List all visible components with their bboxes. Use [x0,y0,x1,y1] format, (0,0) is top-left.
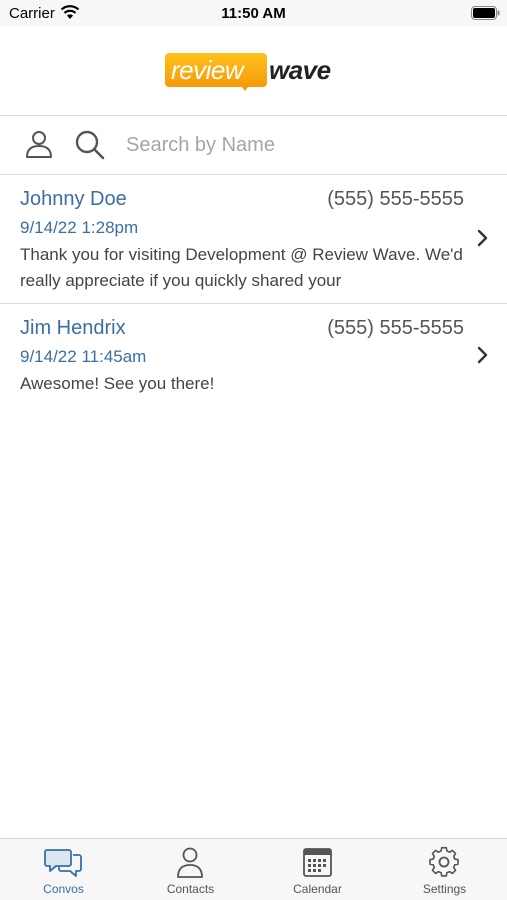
message-date: 9/14/22 11:45am [20,347,147,366]
status-time: 11:50 AM [221,5,286,22]
tab-label: Settings [422,882,467,896]
message-date: 9/14/22 1:28pm [20,218,139,237]
contact-phone: (555) 555-5555 [327,317,464,339]
chevron-right-icon [477,346,488,364]
tab-settings[interactable]: Settings [381,839,507,900]
tab-calendar[interactable]: Calendar [254,839,381,900]
tab-label: Contacts [166,882,215,896]
review-wave-logo: review wave [165,53,345,93]
battery-icon [471,6,500,20]
contact-name: Jim Hendrix [20,317,126,339]
message-preview: Awesome! See you there! [20,374,215,393]
gear-icon [429,846,459,877]
person-icon [177,847,203,878]
contact-name: Johnny Doe [20,188,127,210]
tab-label: Calendar [293,882,342,896]
logo-text-review: review [171,55,244,85]
calendar-icon [303,848,332,877]
logo-text-wave: wave [269,55,331,85]
search-bar [0,116,507,175]
search-input[interactable] [126,128,486,162]
tab-label: Convos [43,882,84,896]
person-filter-icon[interactable] [24,129,54,159]
chat-bubbles-icon [44,849,82,877]
tab-contacts[interactable]: Contacts [127,839,254,900]
tab-bar: Convos Contacts Calendar Settings [0,838,507,900]
contact-phone: (555) 555-5555 [327,188,464,210]
conversation-row[interactable]: Johnny Doe (555) 555-5555 9/14/22 1:28pm… [0,176,507,304]
app-header: review wave [0,26,507,116]
chevron-right-icon [477,229,488,247]
status-bar: Carrier 11:50 AM [0,0,507,26]
conversation-row[interactable]: Jim Hendrix (555) 555-5555 9/14/22 11:45… [0,305,507,405]
tab-convos[interactable]: Convos [0,839,127,900]
message-preview: Thank you for visiting Development @ Rev… [20,245,463,290]
search-icon[interactable] [74,129,106,161]
